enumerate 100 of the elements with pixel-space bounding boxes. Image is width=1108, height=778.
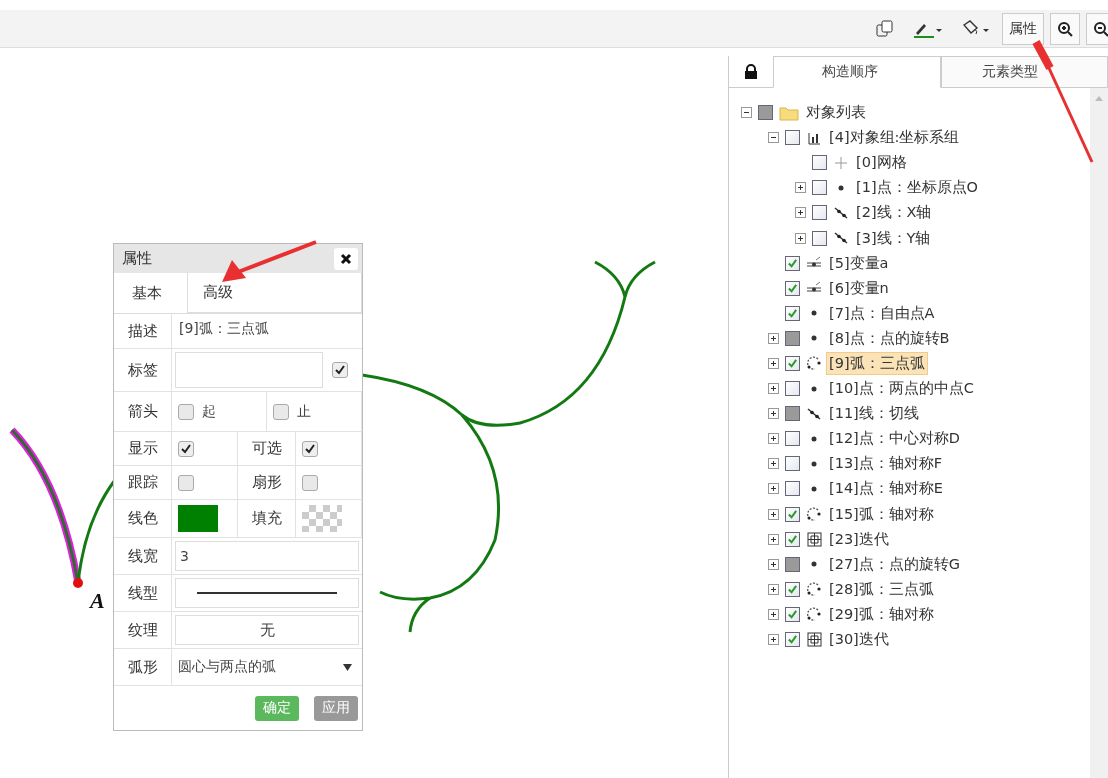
- collapse-icon[interactable]: [741, 107, 752, 119]
- expand-icon[interactable]: [768, 458, 779, 470]
- properties-button[interactable]: 属性: [1002, 12, 1044, 45]
- expand-icon[interactable]: [768, 558, 779, 570]
- tree-item[interactable]: [23]迭代: [826, 527, 892, 551]
- tree-item[interactable]: [12]点：中心对称D: [826, 427, 963, 451]
- field-label: 线型: [114, 575, 172, 611]
- checkbox[interactable]: [178, 440, 194, 457]
- checkbox[interactable]: [332, 362, 348, 378]
- line-style-field[interactable]: [175, 578, 359, 608]
- expand-icon[interactable]: [768, 533, 779, 545]
- checkbox[interactable]: [785, 330, 800, 346]
- tree-item[interactable]: [6]变量n: [826, 276, 892, 300]
- checkbox[interactable]: [178, 403, 194, 420]
- field-label: 描述: [114, 314, 172, 348]
- zoom-in-icon[interactable]: [1050, 12, 1080, 45]
- segment-icon: [833, 204, 849, 221]
- tree-item[interactable]: [27]点：点的旋转G: [826, 552, 963, 576]
- checkbox[interactable]: [812, 180, 827, 196]
- tab[interactable]: 构造顺序: [773, 56, 941, 88]
- field-label: 显示: [114, 432, 172, 465]
- field-label: 跟踪: [114, 466, 172, 499]
- texture-field[interactable]: 无: [175, 615, 359, 645]
- checkbox[interactable]: [785, 506, 800, 522]
- tree-item[interactable]: [13]点：轴对称F: [826, 452, 946, 476]
- checkbox[interactable]: [785, 130, 800, 146]
- expand-icon[interactable]: [768, 583, 779, 595]
- zoom-out-icon[interactable]: [1086, 12, 1108, 45]
- tree-item[interactable]: [15]弧：轴对称: [826, 502, 937, 526]
- checkbox[interactable]: [812, 230, 827, 246]
- expand-icon[interactable]: [768, 608, 779, 620]
- option-label: 止: [297, 402, 311, 421]
- width-field[interactable]: 3: [175, 541, 359, 571]
- tree-item[interactable]: [9]弧：三点弧: [826, 352, 928, 375]
- expand-icon[interactable]: [768, 508, 779, 520]
- checkbox[interactable]: [302, 440, 318, 457]
- expand-icon[interactable]: [768, 433, 779, 445]
- field-label: 可选: [238, 432, 296, 465]
- tree-item[interactable]: [1]点：坐标原点O: [853, 176, 981, 200]
- field-label: 扇形: [238, 466, 296, 499]
- tree-item[interactable]: [11]线：切线: [826, 402, 922, 426]
- checkbox[interactable]: [785, 606, 800, 622]
- tree-item[interactable]: [7]点：自由点A: [826, 301, 938, 325]
- arc-icon: [806, 581, 822, 598]
- tree-item[interactable]: [0]网格: [853, 151, 910, 175]
- tree-item[interactable]: [30]迭代: [826, 628, 892, 651]
- checkbox[interactable]: [785, 255, 800, 271]
- checkbox[interactable]: [758, 105, 773, 121]
- color-swatch[interactable]: [178, 505, 218, 532]
- checkbox[interactable]: [785, 431, 800, 447]
- checkbox[interactable]: [178, 474, 194, 491]
- tree-item[interactable]: [4]对象组:坐标系组: [826, 126, 963, 150]
- tab[interactable]: 高级: [188, 273, 362, 313]
- tree-item[interactable]: 对象列表: [803, 101, 869, 125]
- tree-item[interactable]: [3]线：Y轴: [853, 226, 934, 250]
- checkbox[interactable]: [785, 481, 800, 497]
- expand-icon[interactable]: [768, 383, 779, 395]
- tree-item[interactable]: [8]点：点的旋转B: [826, 326, 953, 350]
- close-icon[interactable]: [334, 247, 358, 270]
- expand-icon[interactable]: [795, 182, 806, 194]
- checkbox[interactable]: [785, 381, 800, 397]
- label-field[interactable]: [175, 352, 323, 388]
- checkbox[interactable]: [302, 474, 318, 491]
- checkbox[interactable]: [785, 280, 800, 296]
- arc-icon: [806, 506, 822, 523]
- checkbox[interactable]: [785, 632, 800, 647]
- solid-line-icon: [197, 591, 337, 595]
- checkbox[interactable]: [273, 403, 289, 420]
- expand-icon[interactable]: [768, 332, 779, 344]
- expand-icon[interactable]: [768, 634, 779, 645]
- checkbox[interactable]: [785, 531, 800, 547]
- description-field[interactable]: [9]弧：三点弧: [175, 317, 359, 345]
- segment-icon: [833, 230, 849, 246]
- field-label: 箭头: [114, 392, 172, 431]
- collapse-icon[interactable]: [768, 132, 779, 144]
- tree-item[interactable]: [14]点：轴对称E: [826, 477, 946, 501]
- field-label: 标签: [114, 349, 172, 391]
- tree-item[interactable]: [2]线：X轴: [853, 201, 935, 225]
- checkbox[interactable]: [785, 581, 800, 597]
- tree-item[interactable]: [10]点：两点的中点C: [826, 377, 977, 401]
- grid-icon: [806, 531, 822, 548]
- scrollbar[interactable]: [1090, 88, 1108, 778]
- checkbox[interactable]: [812, 205, 827, 221]
- checkbox[interactable]: [785, 305, 800, 321]
- tab[interactable]: 元素类型: [940, 56, 1108, 88]
- checkbox[interactable]: [785, 456, 800, 472]
- tree-item[interactable]: [29]弧：轴对称: [826, 602, 937, 626]
- segment-icon: [806, 405, 822, 422]
- checkbox[interactable]: [812, 155, 827, 171]
- checkbox[interactable]: [785, 556, 800, 572]
- expand-icon[interactable]: [768, 408, 779, 420]
- tree-item[interactable]: [5]变量a: [826, 251, 892, 275]
- expand-icon[interactable]: [768, 483, 779, 495]
- expand-icon[interactable]: [768, 358, 779, 369]
- tree-item[interactable]: [28]弧：三点弧: [826, 577, 937, 601]
- checkbox[interactable]: [785, 356, 800, 371]
- expand-icon[interactable]: [795, 207, 806, 219]
- checkbox[interactable]: [785, 406, 800, 422]
- expand-icon[interactable]: [795, 232, 806, 244]
- point-marker: [73, 578, 83, 588]
